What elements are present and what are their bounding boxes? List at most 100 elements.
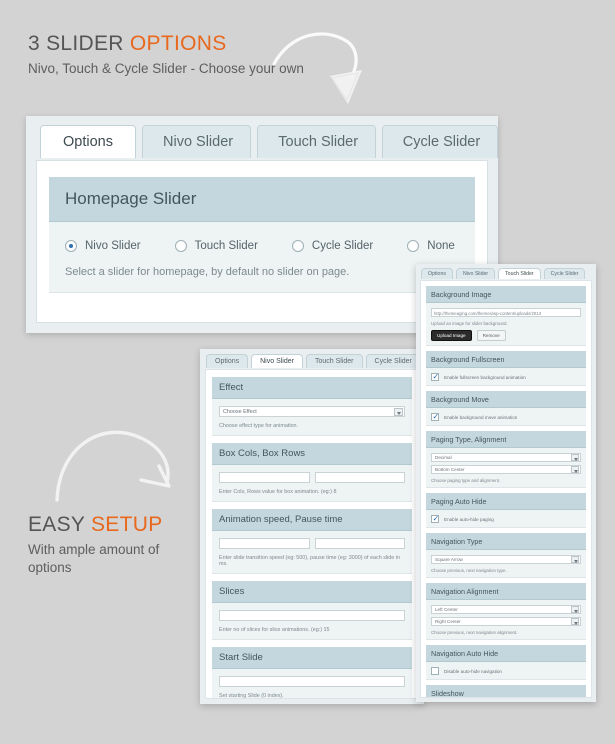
promo-title-top: 3 SLIDER OPTIONS <box>28 32 304 56</box>
checkbox-row-paging-auto-hide[interactable]: Enable auto-hide paging <box>431 514 581 524</box>
nivo-tab-cycle-slider[interactable]: Cycle Slider <box>365 354 421 368</box>
select-navigation-type[interactable]: Square Arrow <box>431 555 581 564</box>
tab-options[interactable]: Options <box>40 125 136 158</box>
upload-image-button[interactable]: Upload Image <box>431 330 472 341</box>
chevron-down-icon[interactable] <box>571 466 579 473</box>
nivo-tab-nivo-slider[interactable]: Nivo Slider <box>251 354 303 368</box>
section-header-slideshow: Slideshow <box>426 685 586 697</box>
select-paging-alignment-value: Bottom Center <box>435 467 465 472</box>
hint-start-slide: Set starting Slide (0 index). <box>219 693 284 699</box>
section-body-paging-auto-hide: Enable auto-hide paging <box>426 510 586 528</box>
checkbox-background-fullscreen[interactable] <box>431 372 439 382</box>
input-pause-time[interactable] <box>314 538 405 549</box>
touch-tab-options[interactable]: Options <box>421 268 453 279</box>
radio-label-nivo-slider: Nivo Slider <box>85 240 141 252</box>
hint-effect: Choose effect type for animation. <box>219 423 299 429</box>
tab-cycle-slider[interactable]: Cycle Slider <box>381 125 498 158</box>
promo-title-top-plain: 3 SLIDER <box>28 32 130 55</box>
nivo-tab-options[interactable]: Options <box>206 354 249 368</box>
select-effect[interactable]: Choose Effect <box>219 406 405 417</box>
input-box-cols[interactable] <box>219 472 310 483</box>
select-paging-type[interactable]: Decimal <box>431 453 581 462</box>
section-body-paging-type: Decimal Bottom Center Choose paging type… <box>426 448 586 488</box>
section-body-effect: Choose Effect Choose effect type for ani… <box>212 399 412 436</box>
tab-nivo-slider[interactable]: Nivo Slider <box>142 125 252 158</box>
section-header-paging-type: Paging Type, Alignment <box>426 431 586 448</box>
select-effect-value: Choose Effect <box>223 408 257 415</box>
promo-heading-bottom: EASY SETUP With ample amount of options <box>28 513 198 577</box>
radio-item-cycle-slider[interactable]: Cycle Slider <box>291 240 374 252</box>
checkbox-row-navigation-auto-hide[interactable]: Disable auto-hide navigation <box>431 667 581 675</box>
section-header-background-fullscreen: Background Fullscreen <box>426 351 586 368</box>
section-body-navigation-auto-hide: Disable auto-hide navigation <box>426 662 586 680</box>
touch-tab-nivo-slider[interactable]: Nivo Slider <box>456 268 496 279</box>
section-body-start-slide: Set starting Slide (0 index). <box>212 669 412 699</box>
hint-navigation-alignment: Choose previous, next navigation alignme… <box>431 630 518 635</box>
input-background-image-url[interactable]: http://themeaging.com/themes/wp-content/… <box>431 308 581 317</box>
touch-tab-touch-slider[interactable]: Touch Slider <box>498 268 541 279</box>
radio-item-none[interactable]: None <box>407 240 455 252</box>
input-animation-speed[interactable] <box>219 538 310 549</box>
radio-none[interactable] <box>407 240 420 252</box>
promo-title-bottom-accent: SETUP <box>90 513 163 536</box>
radio-label-touch-slider: Touch Slider <box>194 240 258 252</box>
radio-nivo-slider[interactable] <box>65 240 77 252</box>
touch-slider-panel: Options Nivo Slider Touch Slider Cycle S… <box>416 264 596 702</box>
chevron-down-icon[interactable] <box>571 606 579 613</box>
tab-touch-slider[interactable]: Touch Slider <box>257 125 376 158</box>
section-header-navigation-type: Navigation Type <box>426 533 586 550</box>
section-header-slices: Slices <box>212 581 412 603</box>
hint-animation-speed: Enter slide transition speed (eg: 500), … <box>219 555 400 567</box>
chevron-down-icon[interactable] <box>571 454 579 461</box>
checkbox-paging-auto-hide[interactable] <box>431 514 439 524</box>
checkbox-row-background-move[interactable]: Enable background move animation <box>431 412 581 422</box>
chevron-down-icon[interactable] <box>394 407 403 416</box>
select-navigation-alignment-left[interactable]: Left Center <box>431 605 581 614</box>
select-paging-alignment[interactable]: Bottom Center <box>431 465 581 474</box>
checkbox-row-background-fullscreen[interactable]: Enable fullscreen background animation <box>431 372 581 382</box>
radio-cycle-slider[interactable] <box>291 240 304 252</box>
chevron-down-icon[interactable] <box>571 618 579 625</box>
section-header-effect: Effect <box>212 377 412 399</box>
curved-arrow-right-icon <box>55 430 171 502</box>
nivo-panel-body: Effect Choose Effect Choose effect type … <box>205 369 419 699</box>
input-row-animation-speed <box>219 538 405 549</box>
promo-title-bottom-plain: EASY <box>28 513 91 536</box>
radio-touch-slider[interactable] <box>174 240 187 252</box>
radio-label-cycle-slider: Cycle Slider <box>311 240 374 252</box>
touch-tab-cycle-slider[interactable]: Cycle Slider <box>543 268 586 279</box>
promo-title-top-accent: OPTIONS <box>129 32 227 55</box>
section-header-paging-auto-hide: Paging Auto Hide <box>426 493 586 510</box>
section-header-background-image: Background Image <box>426 286 586 303</box>
input-box-rows[interactable] <box>314 472 405 483</box>
section-header-homepage-slider: Homepage Slider <box>49 177 475 222</box>
hint-background-image: Upload an image for slider background. <box>431 321 508 326</box>
select-navigation-alignment-right-value: Right Center <box>435 619 461 624</box>
section-header-navigation-auto-hide: Navigation Auto Hide <box>426 645 586 662</box>
select-navigation-alignment-right[interactable]: Right Center <box>431 617 581 626</box>
select-paging-type-value: Decimal <box>435 455 452 460</box>
section-body-navigation-type: Square Arrow Choose previous, next navig… <box>426 550 586 578</box>
hint-paging-type: Choose paging type and alignment. <box>431 478 501 483</box>
promo-heading-top: 3 SLIDER OPTIONS Nivo, Touch & Cycle Sli… <box>28 32 304 78</box>
hint-box-cols-rows: Enter Cols, Rows value for box animation… <box>219 489 337 495</box>
checkbox-background-move[interactable] <box>431 412 439 422</box>
slider-choice-radio-group: Nivo Slider Touch Slider Cycle Slider No… <box>65 240 459 252</box>
input-row-box-cols-rows <box>219 472 405 483</box>
radio-item-nivo-slider[interactable]: Nivo Slider <box>65 240 141 252</box>
section-body-background-fullscreen: Enable fullscreen background animation <box>426 368 586 386</box>
background-image-buttons: Upload Image Remove <box>431 330 581 341</box>
nivo-tab-touch-slider[interactable]: Touch Slider <box>305 354 363 368</box>
section-body-background-image: http://themeaging.com/themes/wp-content/… <box>426 303 586 346</box>
select-navigation-type-value: Square Arrow <box>435 557 463 562</box>
input-slices[interactable] <box>219 610 405 621</box>
remove-image-button[interactable]: Remove <box>476 330 506 341</box>
radio-item-touch-slider[interactable]: Touch Slider <box>174 240 258 252</box>
section-body-background-move: Enable background move animation <box>426 408 586 426</box>
checkbox-navigation-auto-hide[interactable] <box>431 667 439 675</box>
checkbox-label-background-fullscreen: Enable fullscreen background animation <box>444 374 526 380</box>
input-start-slide[interactable] <box>219 676 405 687</box>
chevron-down-icon[interactable] <box>571 556 579 563</box>
checkbox-label-paging-auto-hide: Enable auto-hide paging <box>444 516 494 522</box>
nivo-slider-panel: Options Nivo Slider Touch Slider Cycle S… <box>200 349 424 704</box>
